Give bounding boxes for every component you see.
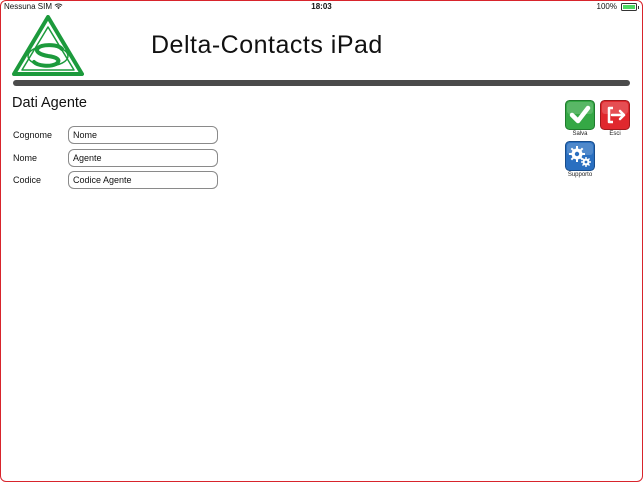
- support-button[interactable]: Supporto: [565, 141, 595, 178]
- nome-label: Nome: [13, 153, 38, 163]
- exit-label: Esci: [609, 131, 621, 137]
- cognome-field[interactable]: [68, 126, 218, 144]
- app-title: Delta-Contacts iPad: [151, 31, 383, 59]
- save-button[interactable]: Salva: [565, 100, 595, 137]
- battery-percent: 100%: [596, 2, 617, 11]
- status-time: 18:03: [311, 2, 332, 11]
- header-divider: [13, 80, 630, 86]
- app-frame: [0, 0, 643, 482]
- support-label: Supporto: [567, 172, 593, 178]
- section-title: Dati Agente: [12, 95, 87, 111]
- battery-icon: [621, 3, 639, 11]
- exit-icon: [600, 100, 630, 130]
- codice-label: Codice: [13, 175, 42, 185]
- save-label: Salva: [572, 131, 588, 137]
- cognome-label: Cognome: [13, 130, 53, 140]
- gears-icon: [565, 141, 595, 171]
- codice-field[interactable]: [68, 171, 218, 189]
- status-bar: Nessuna SIM 18:03 100%: [0, 0, 643, 13]
- nome-field[interactable]: [68, 149, 218, 167]
- delta-logo-icon: [12, 15, 84, 76]
- checkmark-icon: [565, 100, 595, 130]
- exit-button[interactable]: Esci: [600, 100, 630, 137]
